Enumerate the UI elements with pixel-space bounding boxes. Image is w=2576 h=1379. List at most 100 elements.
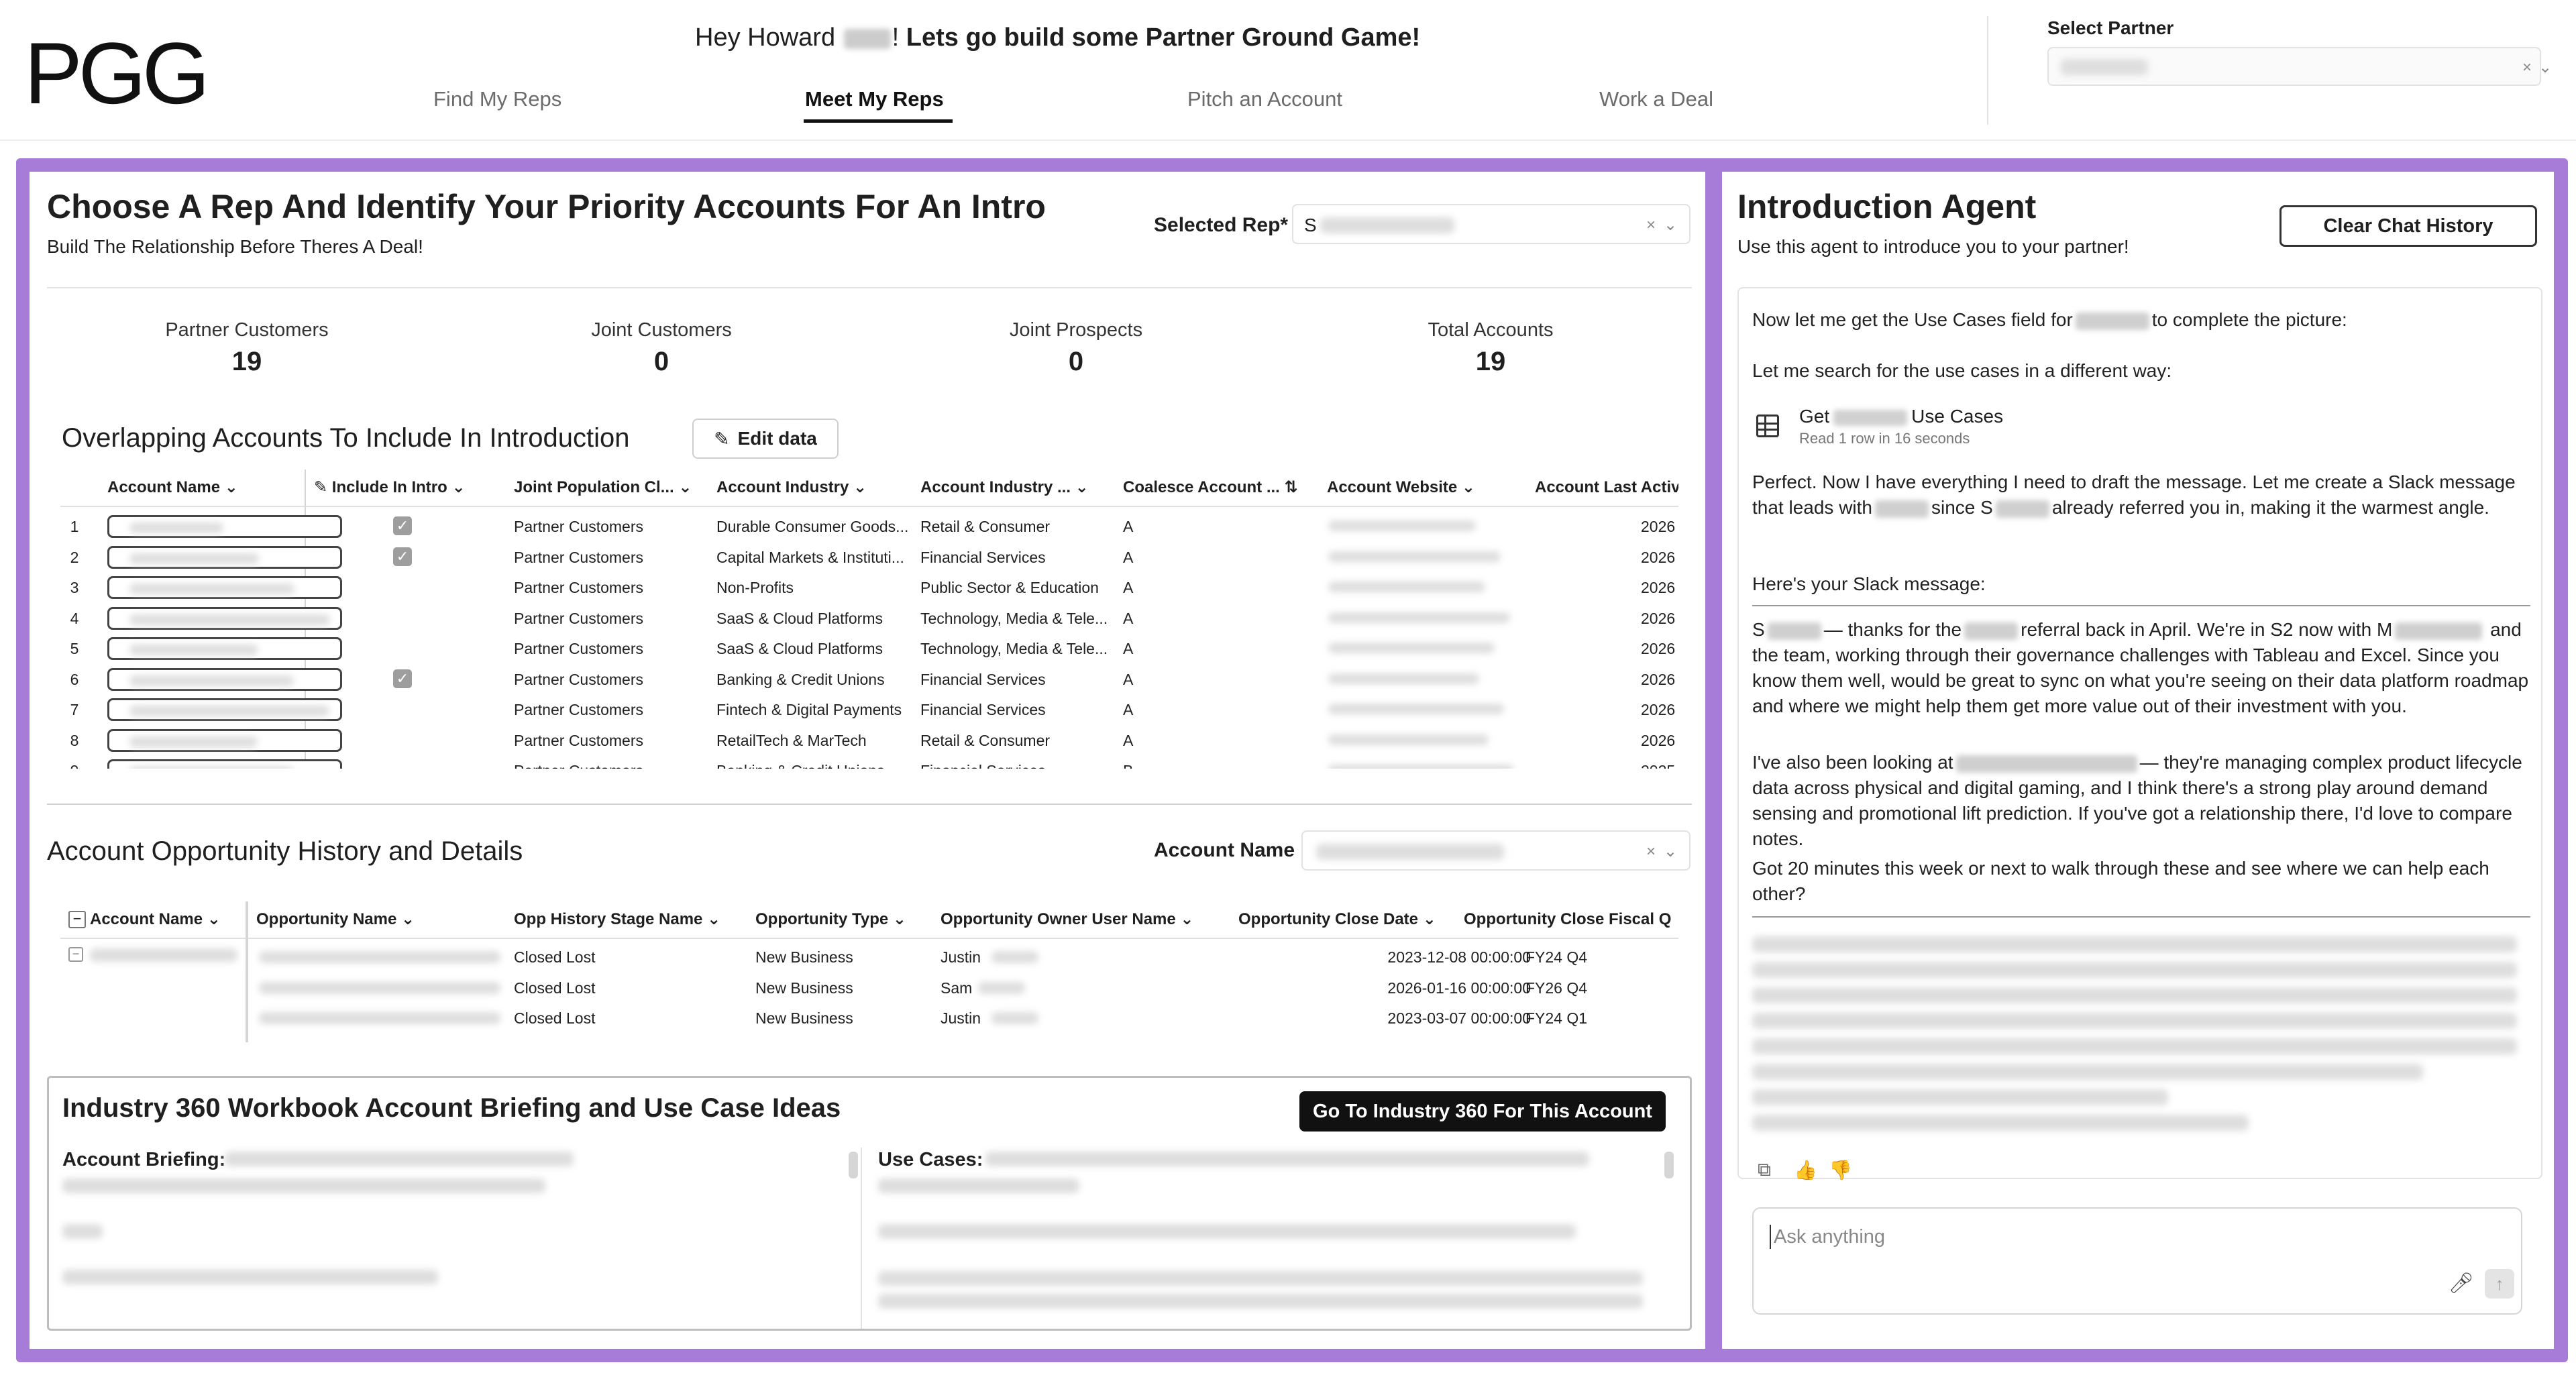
industry-cell: Non-Profits: [716, 579, 794, 596]
include-checkbox-checked[interactable]: ✓: [393, 516, 412, 535]
population-cell: Partner Customers: [514, 731, 644, 749]
edit-data-button[interactable]: ✎ Edit data: [692, 419, 839, 459]
redacted-owner: [991, 951, 1038, 963]
table-row[interactable]: 1 ✓ Partner Customers Durable Consumer Good…: [60, 514, 1678, 542]
col-opp-owner[interactable]: Opportunity Owner User Name ⌄: [941, 909, 1236, 930]
population-cell: Partner Customers: [514, 670, 644, 688]
chevron-down-icon[interactable]: ⌄: [1664, 217, 1677, 233]
col-account-industry[interactable]: Account Industry ⌄: [716, 478, 911, 498]
table-row[interactable]: 6 ✓ Partner Customers Banking & Credit Unio…: [60, 667, 1678, 695]
nav-meet-my-reps[interactable]: Meet My Reps: [805, 86, 944, 113]
include-checkbox[interactable]: [393, 761, 412, 769]
selected-rep-dropdown[interactable]: S × ⌄: [1292, 204, 1690, 244]
table-row[interactable]: 2 ✓ Partner Customers Capital Markets & Ins…: [60, 545, 1678, 573]
briefing-scrollbar[interactable]: [849, 1152, 858, 1178]
account-name-cell[interactable]: [107, 515, 342, 538]
nav-work-a-deal[interactable]: Work a Deal: [1599, 86, 1713, 113]
col-opp-fiscal-q[interactable]: Opportunity Close Fiscal Q: [1464, 909, 1678, 930]
copy-icon[interactable]: ⧉: [1758, 1159, 1771, 1181]
account-name-cell[interactable]: [107, 698, 342, 721]
include-checkbox[interactable]: [393, 577, 412, 596]
clear-icon[interactable]: ×: [1646, 217, 1656, 233]
row-number: 5: [70, 640, 79, 657]
nav-pitch-an-account[interactable]: Pitch an Account: [1187, 86, 1342, 113]
include-checkbox[interactable]: [393, 700, 412, 718]
chevron-down-icon[interactable]: ⌄: [1664, 844, 1677, 860]
redacted-text: [1752, 936, 2517, 952]
coalesce-cell: A: [1123, 731, 1134, 749]
clear-icon[interactable]: ×: [2522, 60, 2532, 76]
thumbs-up-icon[interactable]: 👍: [1794, 1159, 1817, 1181]
chat-input[interactable]: Ask anything 🎤︎ ↑: [1752, 1207, 2522, 1315]
table-row[interactable]: 4 Partner Customers SaaS & Cloud Platforms…: [60, 606, 1678, 634]
tool-call-name[interactable]: Get Use Cases: [1799, 405, 2003, 428]
industry-cell: Durable Consumer Goods...: [716, 518, 909, 535]
agent-subtitle: Use this agent to introduce you to your …: [1737, 236, 2129, 257]
redacted-text: [1752, 1013, 2517, 1029]
col-account-name[interactable]: Account Name ⌄: [107, 478, 295, 498]
redacted-text: [1752, 1064, 2423, 1080]
chevron-down-icon[interactable]: ⌄: [2538, 60, 2552, 76]
microphone-icon[interactable]: 🎤︎: [2449, 1272, 2474, 1295]
table-row[interactable]: 9 Partner Customers Banking & Credit Union…: [60, 758, 1678, 769]
table-row[interactable]: Closed Lost New Business Justin 2023-12-08 …: [248, 944, 1678, 971]
account-name-cell[interactable]: [107, 545, 342, 569]
col-opp-type[interactable]: Opportunity Type ⌄: [755, 909, 936, 930]
col-opp-close-date[interactable]: Opportunity Close Date ⌄: [1238, 909, 1460, 930]
account-name-cell[interactable]: [107, 576, 342, 599]
redacted-text: [62, 1224, 103, 1239]
use-cases-scrollbar[interactable]: [1664, 1152, 1674, 1178]
nav-find-my-reps[interactable]: Find My Reps: [433, 86, 561, 113]
metric-joint-customers: Joint Customers 0: [591, 319, 732, 376]
col-joint-population[interactable]: Joint Population Cl... ⌄: [514, 478, 708, 498]
population-cell: Partner Customers: [514, 640, 644, 657]
account-name-cell[interactable]: [107, 728, 342, 752]
include-checkbox-checked[interactable]: ✓: [393, 669, 412, 688]
overlap-table: Account Name ⌄ ✎ Include In Intro ⌄ Join…: [60, 470, 1678, 769]
col-account-name[interactable]: Account Name ⌄: [90, 909, 244, 930]
account-name-dropdown[interactable]: × ⌄: [1301, 830, 1690, 871]
collapse-row-icon[interactable]: −: [68, 947, 83, 962]
include-checkbox[interactable]: [393, 608, 412, 627]
close-date-cell: 2023-03-07 00:00:00: [1387, 1009, 1531, 1027]
col-account-industry-2[interactable]: Account Industry ... ⌄: [920, 478, 1115, 498]
col-opp-stage[interactable]: Opp History Stage Name ⌄: [514, 909, 755, 930]
table-row[interactable]: Closed Lost New Business Sam 2026-01-16 00:…: [248, 975, 1678, 1002]
col-coalesce-account[interactable]: Coalesce Account ... ⇅: [1123, 478, 1318, 498]
account-name-cell[interactable]: [107, 637, 342, 660]
row-number: 3: [70, 579, 79, 596]
close-date-cell: 2026-01-16 00:00:00: [1387, 979, 1531, 997]
clear-chat-history-button[interactable]: Clear Chat History: [2279, 205, 2537, 247]
col-account-last-activity[interactable]: Account Last Activi: [1535, 478, 1678, 498]
include-checkbox[interactable]: [393, 730, 412, 749]
account-name-cell[interactable]: [107, 759, 342, 769]
clear-icon[interactable]: ×: [1646, 844, 1656, 860]
go-to-industry-360-button[interactable]: Go To Industry 360 For This Account: [1299, 1091, 1666, 1132]
opportunity-name-cell: [259, 1012, 500, 1024]
use-cases-label: Use Cases:: [878, 1149, 983, 1170]
redacted-text: [985, 1152, 1589, 1166]
col-include-in-intro[interactable]: ✎ Include In Intro ⌄: [314, 478, 502, 498]
include-checkbox[interactable]: [393, 639, 412, 657]
redacted-text: [1752, 1089, 2168, 1105]
table-row[interactable]: 8 Partner Customers RetailTech & MarTech Re…: [60, 728, 1678, 756]
website-cell: [1328, 765, 1513, 769]
table-row[interactable]: 7 Partner Customers Fintech & Digital Paym…: [60, 697, 1678, 725]
table-row[interactable]: 3 Partner Customers Non-Profits Public Sect…: [60, 575, 1678, 603]
account-name-label: Account Name: [1154, 839, 1295, 861]
account-briefing-label: Account Briefing:: [62, 1149, 226, 1170]
collapse-all-icon[interactable]: −: [68, 911, 86, 928]
select-partner-dropdown[interactable]: × ⌄: [2047, 47, 2552, 86]
send-button[interactable]: ↑: [2485, 1269, 2514, 1299]
col-opportunity-name[interactable]: Opportunity Name ⌄: [256, 909, 504, 930]
redacted-text: [1752, 1115, 2249, 1131]
thumbs-down-icon[interactable]: 👎: [1829, 1159, 1852, 1181]
opp-section-title: Account Opportunity History and Details: [47, 836, 523, 866]
account-name-cell[interactable]: [107, 606, 342, 630]
account-name-cell[interactable]: [107, 667, 342, 691]
include-checkbox-checked[interactable]: ✓: [393, 547, 412, 566]
table-row[interactable]: Closed Lost New Business Justin 2023-03-07 …: [248, 1005, 1678, 1032]
col-account-website[interactable]: Account Website ⌄: [1327, 478, 1521, 498]
table-row[interactable]: 5 Partner Customers SaaS & Cloud Platforms…: [60, 636, 1678, 664]
chat-input-placeholder: Ask anything: [1774, 1226, 1886, 1248]
